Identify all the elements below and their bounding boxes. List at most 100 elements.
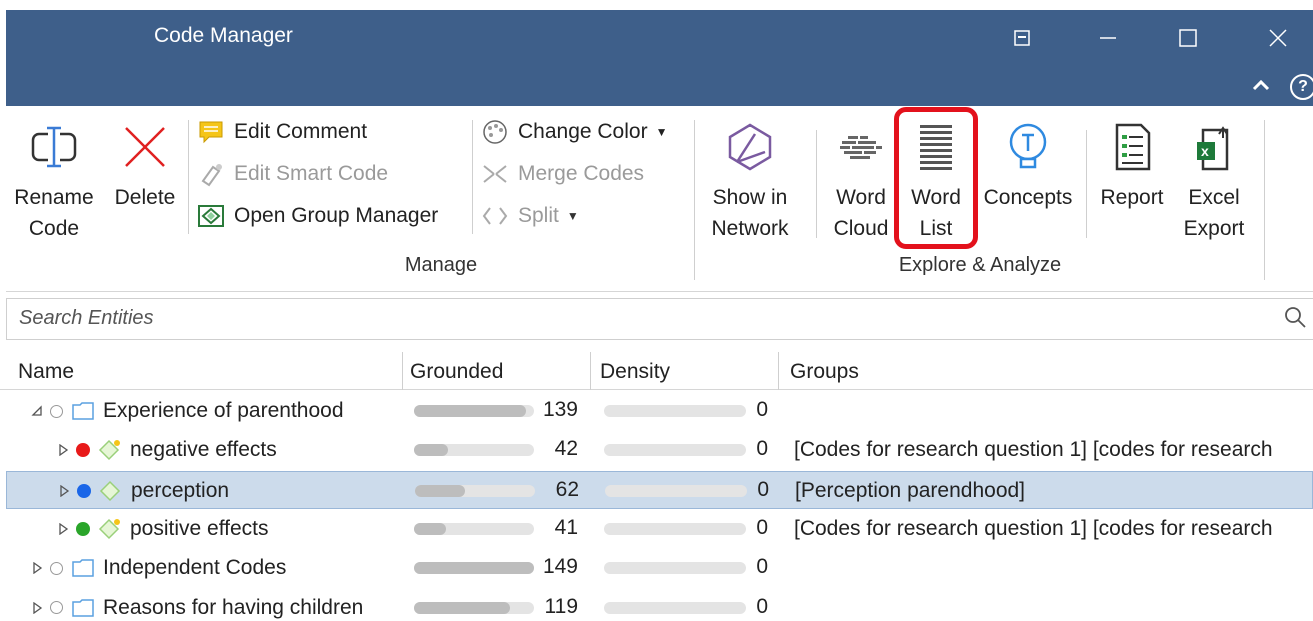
density-value: 0 — [756, 437, 768, 461]
row-name: perception — [131, 478, 230, 502]
table-row[interactable]: Independent Codes 149 0 — [0, 549, 1313, 587]
row-name: positive effects — [130, 516, 269, 540]
svg-text:x: x — [1201, 143, 1209, 159]
rename-icon — [31, 126, 77, 168]
show-in-network-label-1: Show in — [712, 186, 788, 209]
dropdown-arrow-icon: ▼ — [566, 209, 579, 223]
restore-layout-button[interactable] — [1002, 18, 1042, 58]
separator — [1086, 130, 1087, 238]
code-icon — [98, 439, 122, 461]
code-icon — [99, 480, 123, 502]
help-icon[interactable]: ? — [1290, 74, 1313, 100]
color-dot — [50, 601, 63, 614]
folder-icon — [71, 597, 95, 619]
table-row[interactable]: Experience of parenthood 139 0 — [0, 392, 1313, 430]
layout-icon — [1014, 30, 1030, 46]
grounded-value: 139 — [542, 398, 578, 421]
collapse-ribbon-button[interactable] — [1248, 70, 1274, 100]
grounded-bar-fill — [414, 405, 526, 417]
report-label: Report — [1100, 186, 1164, 209]
split-icon — [480, 202, 510, 230]
edit-comment-button[interactable]: Edit Comment — [196, 118, 367, 146]
word-cloud-label-1: Word — [836, 186, 886, 209]
collapsed-triangle-icon[interactable] — [30, 601, 44, 614]
density-bar — [604, 562, 746, 575]
table-row[interactable]: negative effects 42 0 [Codes for research q… — [0, 431, 1313, 469]
density-bar — [604, 522, 746, 535]
excel-export-label-1: Excel — [1188, 186, 1240, 209]
report-button[interactable]: Report — [1090, 122, 1174, 213]
show-in-network-button[interactable]: Show in Network — [702, 122, 798, 244]
minimize-icon — [1100, 37, 1116, 39]
grounded-value: 62 — [555, 477, 579, 501]
change-color-button[interactable]: Change Color ▼ — [480, 118, 667, 146]
show-in-network-label-2: Network — [711, 217, 789, 240]
edit-smart-code-button[interactable]: Edit Smart Code — [196, 160, 388, 188]
search-bar — [6, 298, 1313, 340]
density-bar — [605, 484, 747, 497]
rename-code-button[interactable]: Rename Code — [14, 122, 94, 244]
groups-cell: [Perception parendhood] — [795, 478, 1026, 502]
lightbulb-icon — [1009, 123, 1047, 169]
excel-export-icon: x — [1197, 126, 1229, 171]
grounded-bar-fill — [414, 522, 447, 535]
excel-export-label-2: Export — [1183, 217, 1245, 240]
separator — [1264, 120, 1265, 280]
maximize-button[interactable] — [1168, 18, 1208, 58]
collapsed-triangle-icon[interactable] — [56, 444, 70, 457]
split-label: Split — [518, 204, 559, 227]
name-cell: perception — [57, 472, 229, 510]
collapsed-triangle-icon[interactable] — [56, 522, 70, 535]
grounded-value: 41 — [554, 515, 578, 539]
title-bar: Code Manager ? — [6, 10, 1313, 106]
search-input[interactable] — [7, 299, 1247, 337]
density-bar — [604, 405, 746, 417]
group-label-explore: Explore & Analyze — [898, 254, 1062, 276]
column-header-groups[interactable]: Groups — [778, 352, 859, 390]
merge-codes-button[interactable]: Merge Codes — [480, 160, 644, 188]
report-icon — [1115, 123, 1151, 171]
row-name: negative effects — [130, 438, 277, 462]
palette-icon — [480, 118, 510, 146]
table-row[interactable]: perception 62 0 [Perception parendhood] — [6, 470, 1313, 510]
smart-code-icon — [196, 160, 226, 188]
color-dot — [76, 521, 90, 536]
collapsed-triangle-icon[interactable] — [30, 562, 44, 575]
word-cloud-label-2: Cloud — [833, 217, 889, 240]
expanded-triangle-icon[interactable] — [30, 405, 44, 417]
groups-cell: [Codes for research question 1] [codes f… — [794, 516, 1273, 540]
edit-smart-code-label: Edit Smart Code — [234, 162, 389, 185]
name-cell: Independent Codes — [30, 549, 286, 587]
separator — [472, 120, 473, 234]
delete-button[interactable]: Delete — [110, 122, 180, 213]
column-header-name[interactable]: Name — [6, 352, 74, 390]
dropdown-arrow-icon: ▼ — [655, 125, 668, 139]
code-icon — [98, 518, 122, 540]
grounded-bar-fill — [414, 601, 510, 614]
minimize-button[interactable] — [1088, 18, 1128, 58]
close-button[interactable] — [1258, 18, 1298, 58]
open-group-manager-button[interactable]: Open Group Manager — [196, 202, 438, 230]
split-button[interactable]: Split ▼ — [480, 202, 579, 230]
merge-codes-label: Merge Codes — [518, 162, 645, 185]
grounded-bar — [414, 601, 534, 614]
delete-icon — [125, 127, 165, 167]
table-row[interactable]: positive effects 41 0 [Codes for research q… — [0, 510, 1313, 548]
chevron-up-icon — [1252, 79, 1270, 91]
density-value: 0 — [756, 594, 768, 618]
collapsed-triangle-icon[interactable] — [57, 484, 71, 497]
name-cell: Reasons for having children — [30, 589, 363, 621]
search-icon[interactable] — [1283, 305, 1309, 331]
table-row[interactable]: Reasons for having children 119 0 — [0, 589, 1313, 621]
grounded-value: 149 — [542, 555, 578, 579]
table-header: Name Grounded Density Groups — [0, 352, 1313, 390]
word-cloud-button[interactable]: Word Cloud — [828, 122, 894, 244]
column-header-grounded[interactable]: Grounded — [398, 352, 503, 390]
column-header-density[interactable]: Density — [588, 352, 670, 390]
density-bar — [604, 601, 746, 614]
name-cell: positive effects — [56, 510, 269, 548]
excel-export-button[interactable]: x Excel Export — [1174, 122, 1254, 244]
concepts-button[interactable]: Concepts — [980, 122, 1076, 213]
grounded-bar — [414, 562, 534, 575]
folder-icon — [71, 557, 95, 579]
